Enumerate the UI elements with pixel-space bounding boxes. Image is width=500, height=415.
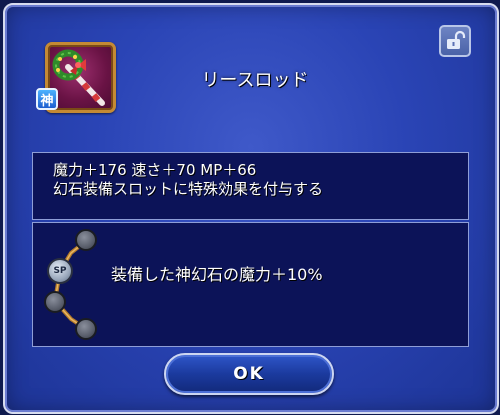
item-name: リースロッド [201, 70, 309, 91]
ability-node-locked [75, 229, 97, 251]
ok-button[interactable]: OK [164, 353, 334, 395]
ability-node-locked [44, 291, 66, 313]
stats-panel: 魔力＋176 速さ＋70 MP＋66 幻石装備スロットに特殊効果を付与する [32, 152, 469, 220]
stats-line: 魔力＋176 速さ＋70 MP＋66 [53, 161, 257, 179]
ability-panel: SP 装備した神幻石の魔力＋10% [32, 222, 469, 347]
ability-description: 装備した神幻石の魔力＋10% [111, 265, 323, 284]
ability-node-active: SP [47, 258, 73, 284]
unlocked-padlock-icon[interactable] [439, 25, 471, 57]
ability-node-locked [75, 318, 97, 340]
rarity-badge: 神 [36, 88, 58, 110]
effect-line: 幻石装備スロットに特殊効果を付与する [53, 180, 324, 198]
